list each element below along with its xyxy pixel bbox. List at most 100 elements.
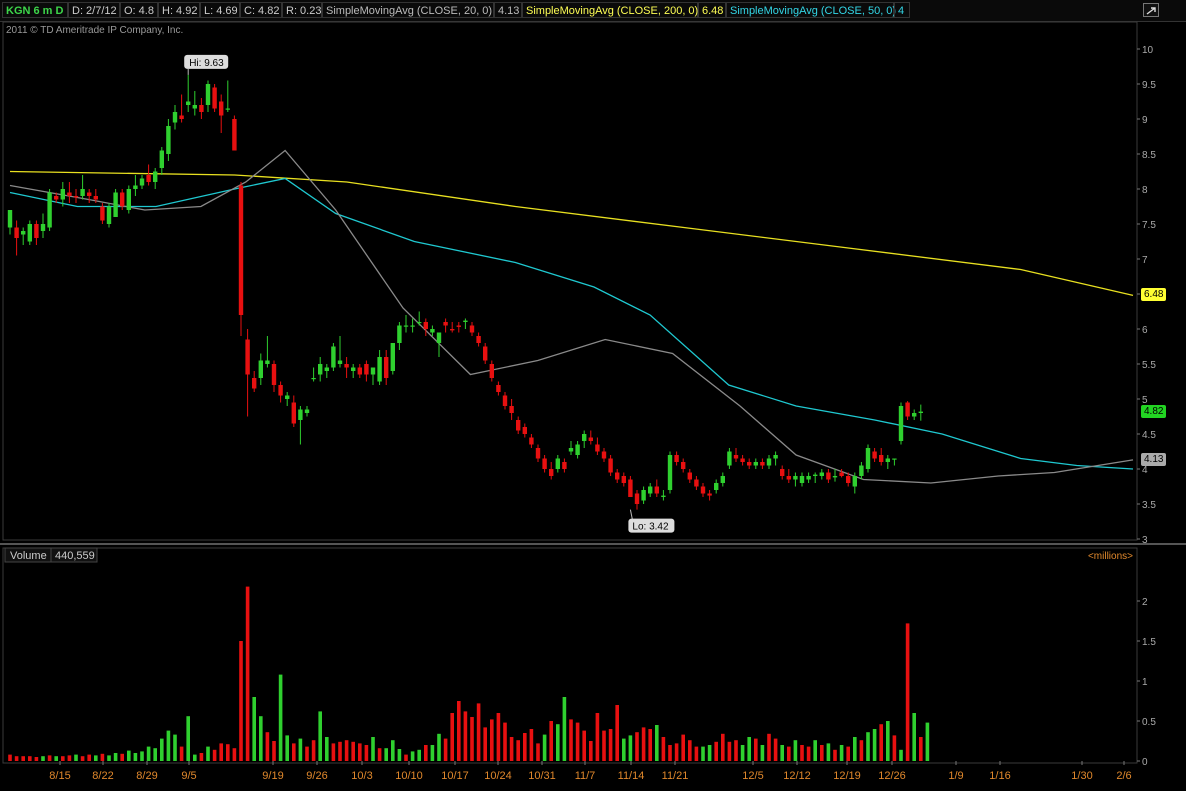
volume-bar — [760, 745, 765, 761]
candle-body — [311, 378, 316, 380]
candle-body — [826, 472, 831, 480]
candle-body — [126, 189, 131, 210]
candle-body — [588, 437, 593, 441]
candle-body — [54, 196, 59, 200]
volume-bar — [331, 743, 336, 761]
candle-body — [733, 455, 739, 459]
candle-body — [667, 455, 673, 490]
candle-body — [846, 476, 851, 483]
volume-bar — [166, 730, 171, 761]
volume-bar — [694, 746, 699, 761]
volume-bar — [734, 740, 738, 761]
candle-body — [192, 105, 197, 109]
candle-body — [73, 196, 79, 198]
volume-y-axis: 0 0.5 1 1.5 2 — [1137, 597, 1156, 768]
date-x-axis: 8/15 8/22 8/29 9/5 9/19 9/26 10/3 10/10 10/17 10/… — [49, 761, 1132, 782]
volume-bar — [919, 737, 923, 761]
volume-bar — [648, 729, 652, 761]
volume-bar — [839, 745, 844, 761]
volume-bar — [239, 641, 243, 761]
candle-body — [780, 469, 785, 476]
candle-body — [747, 462, 752, 466]
candle-body — [522, 427, 527, 434]
volume-bar — [793, 740, 798, 761]
candle-body — [575, 444, 580, 455]
volume-bar — [635, 732, 639, 761]
volume-bar — [628, 735, 633, 761]
candle-body — [417, 322, 422, 324]
candle-body — [384, 357, 389, 378]
candle-body — [502, 395, 508, 406]
date-tick-label: 10/17 — [441, 770, 469, 782]
candle-body — [641, 490, 646, 501]
date-tick-label: 8/15 — [49, 770, 70, 782]
price-tick-label: 6 — [1142, 325, 1148, 336]
candle-body — [489, 364, 494, 378]
volume-bar — [503, 722, 507, 761]
candle-body — [344, 364, 349, 368]
candle-body — [100, 206, 105, 221]
volume-bar — [496, 713, 501, 761]
candle-body — [714, 483, 719, 490]
volume-bar — [54, 756, 58, 761]
date-tick-label: 10/10 — [395, 770, 423, 782]
sma200-line — [9, 170, 1134, 297]
volume-bar — [826, 743, 831, 761]
volume-last-value: 440,559 — [55, 550, 95, 562]
volume-bar — [430, 745, 435, 761]
candle-body — [40, 224, 46, 231]
chart-area[interactable]: 33.544.555.566.577.588.599.510 00.511.52… — [0, 0, 1186, 791]
volume-bar — [47, 755, 52, 761]
volume-tick-label: 1 — [1142, 677, 1148, 688]
volume-bar — [179, 746, 184, 761]
date-tick-label: 12/19 — [833, 770, 861, 782]
volume-bar — [113, 753, 118, 761]
volume-bar — [219, 743, 223, 761]
high-label-text: Hi: 9.63 — [189, 58, 224, 69]
volume-bar — [226, 744, 230, 761]
volume-bar — [8, 754, 12, 761]
volume-bar — [232, 748, 237, 761]
candle-body — [905, 402, 910, 417]
candle-body — [34, 224, 39, 238]
volume-bar — [641, 727, 646, 761]
volume-bar — [153, 748, 157, 761]
candle-body — [859, 465, 864, 476]
candle-body — [172, 112, 178, 123]
volume-bar — [780, 745, 784, 761]
candle-body — [179, 115, 184, 119]
candle-body — [608, 458, 613, 473]
volume-bar — [74, 754, 78, 761]
volume-bar — [285, 735, 289, 761]
volume-bar — [912, 713, 916, 761]
candle-body — [813, 474, 818, 476]
candle-body — [707, 493, 712, 496]
volume-bar — [754, 738, 758, 761]
date-tick-label: 1/16 — [989, 770, 1010, 782]
volume-bar — [338, 741, 342, 761]
candle-body — [865, 448, 871, 469]
candle-body — [410, 325, 415, 327]
volume-bar — [668, 745, 672, 761]
sma20-price-tag: 4.13 — [1141, 452, 1167, 466]
candle-body — [80, 189, 85, 196]
volume-bar — [549, 721, 553, 761]
volume-bar — [661, 737, 666, 761]
volume-bar — [833, 749, 837, 761]
candle-body — [186, 101, 191, 105]
candle-body — [153, 171, 158, 182]
volume-bar — [714, 741, 718, 761]
candle-body — [397, 325, 402, 343]
price-tick-label: 3 — [1142, 535, 1148, 546]
low-label-text: Lo: 3.42 — [632, 522, 669, 533]
volume-bar — [925, 722, 930, 761]
volume-bar — [569, 719, 573, 761]
candle-body — [436, 332, 442, 343]
volume-bar — [206, 746, 210, 761]
volume-bar — [371, 737, 375, 761]
price-tick-label: 9 — [1142, 115, 1148, 126]
volume-bar — [351, 741, 355, 761]
volume-bars — [8, 586, 930, 761]
sma200-price-tag: 6.48 — [1141, 288, 1167, 302]
volume-bar — [120, 753, 124, 761]
